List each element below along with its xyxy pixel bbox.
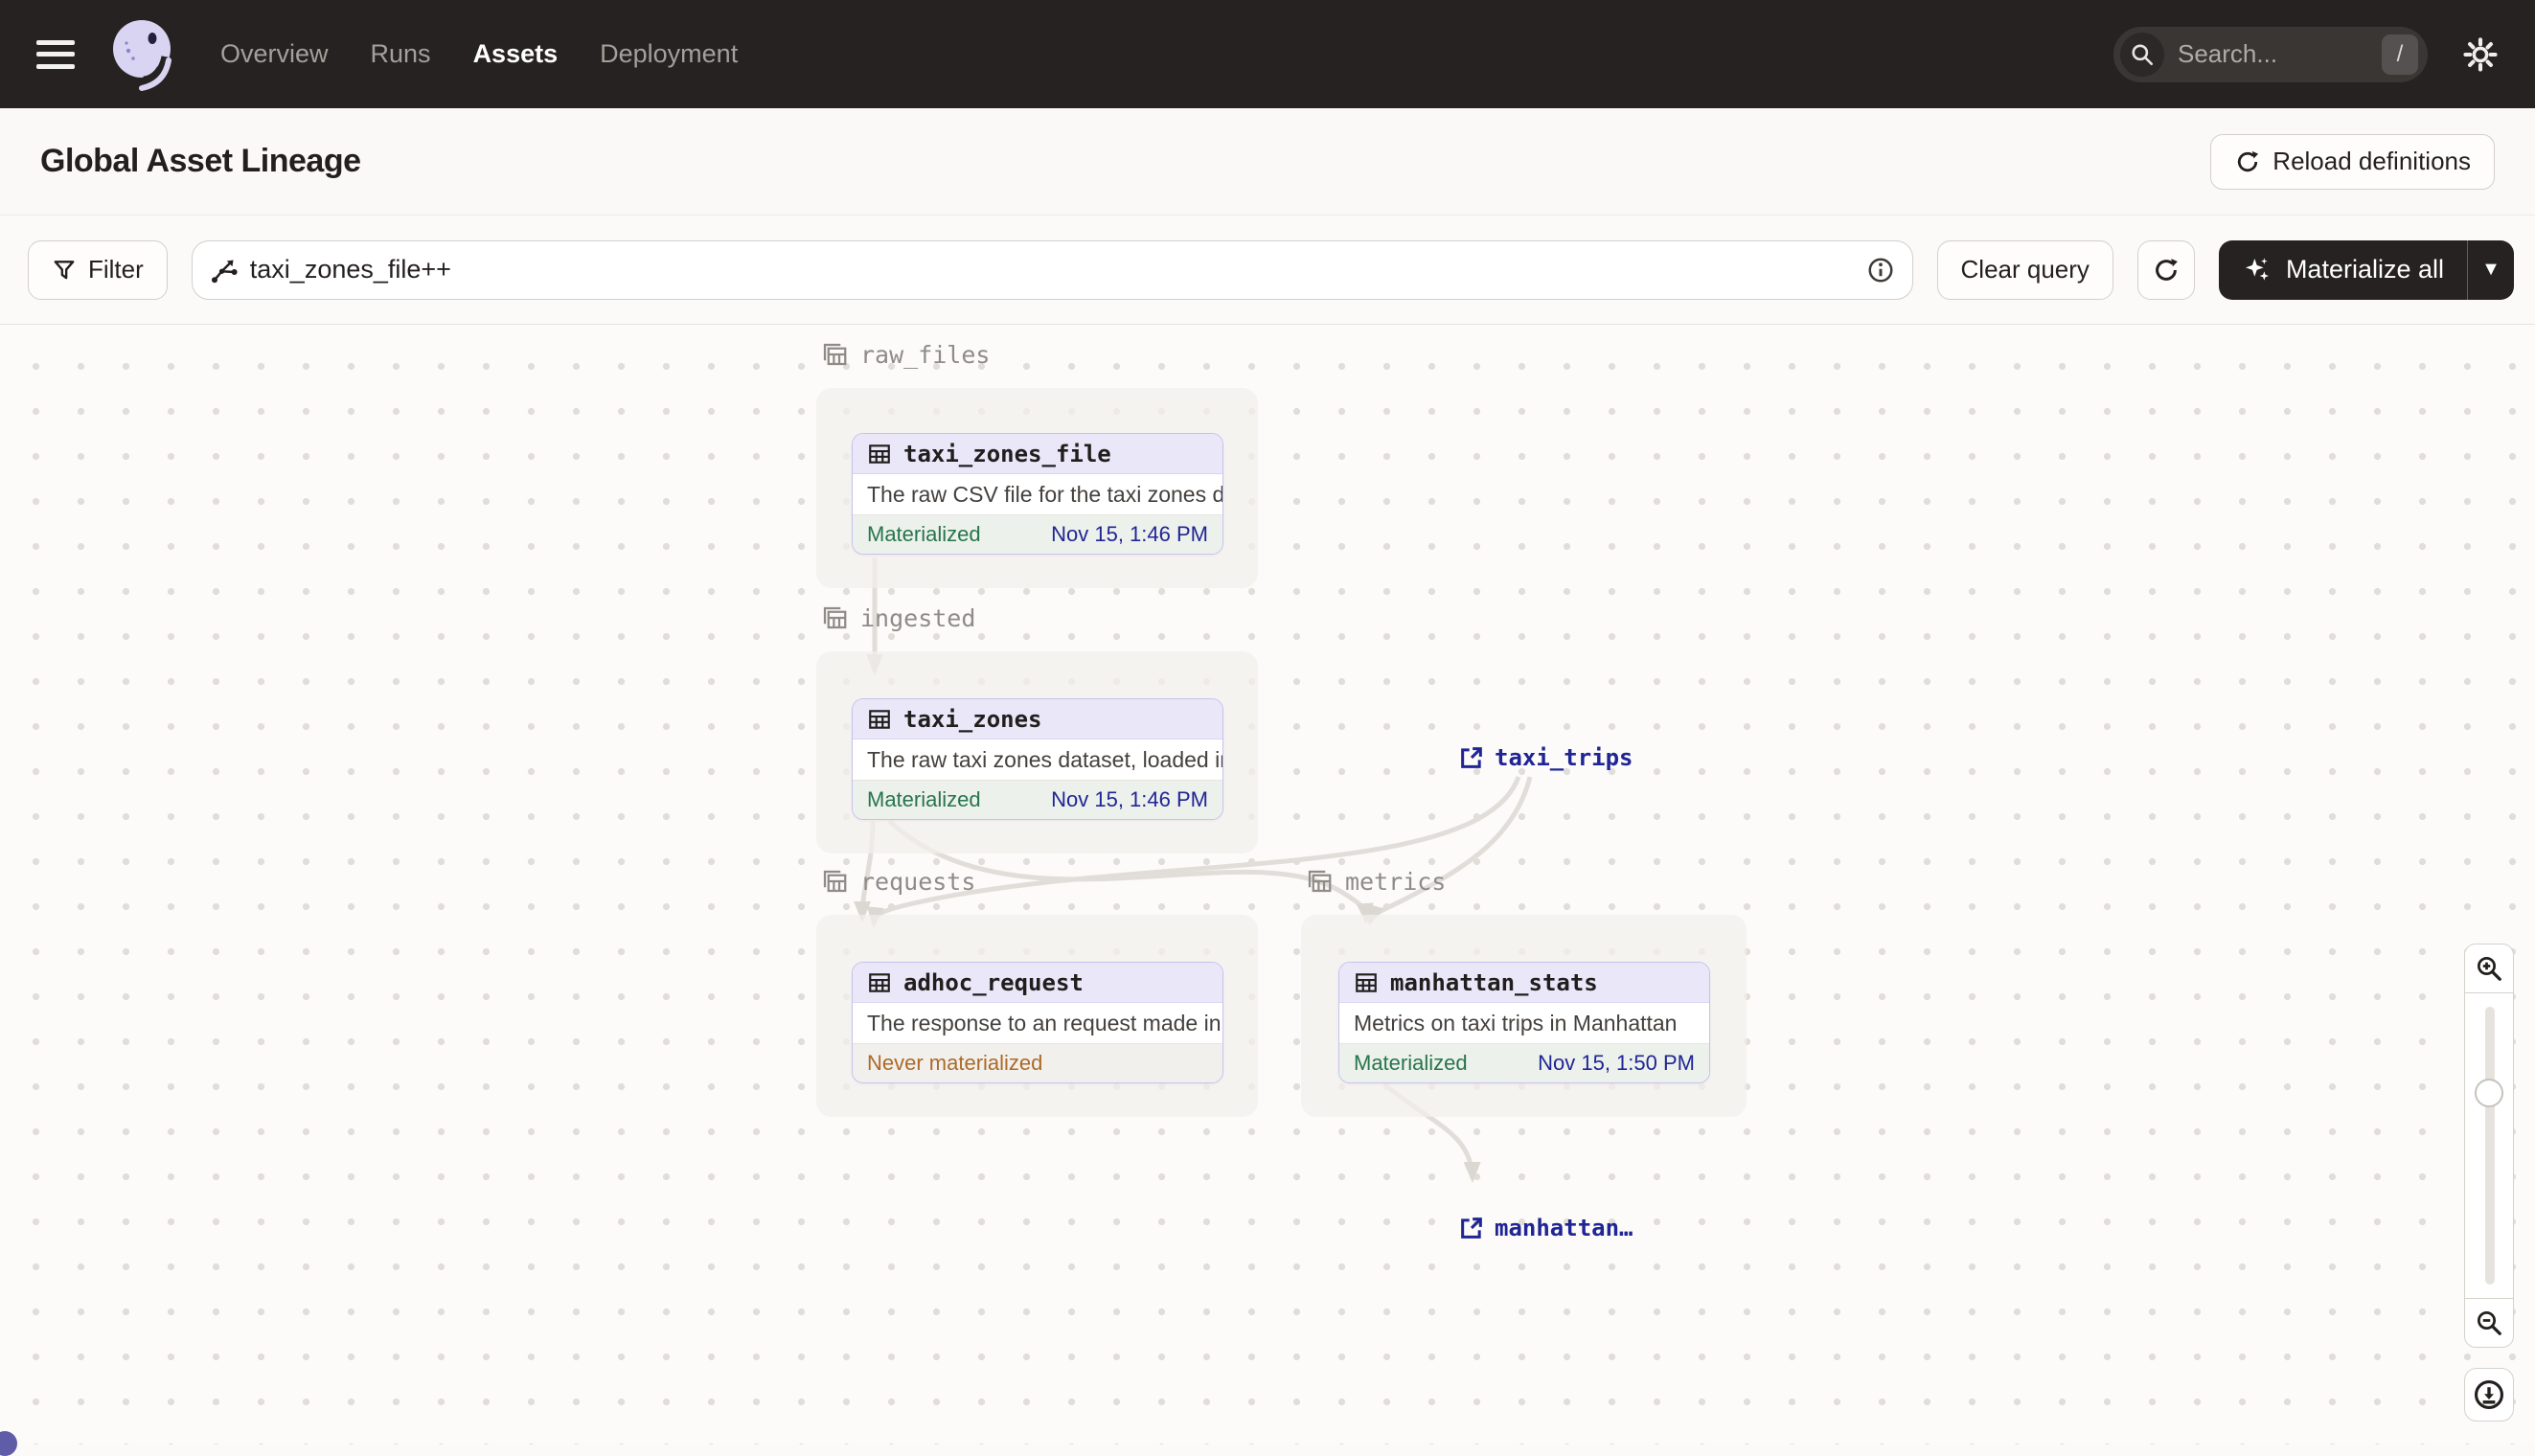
external-link-icon — [1461, 747, 1482, 768]
materialize-all-button[interactable]: Materialize all — [2219, 240, 2467, 300]
group-table-icon — [823, 606, 847, 629]
asset-status-bar: Materialized Nov 15, 1:46 PM — [853, 780, 1222, 819]
zoom-in-icon — [2478, 957, 2501, 981]
group-label-ingested[interactable]: ingested — [820, 603, 975, 632]
clear-query-button[interactable]: Clear query — [1936, 239, 2113, 300]
table-icon — [869, 709, 890, 729]
asset-node-taxi-zones[interactable]: taxi_zones The raw taxi zones dataset, l… — [852, 698, 1223, 820]
zoom-out-icon — [2478, 1311, 2501, 1335]
group-label-requests[interactable]: requests — [820, 867, 975, 896]
download-icon — [2474, 1379, 2504, 1410]
group-label-metrics[interactable]: metrics — [1305, 867, 1446, 896]
materialize-dropdown-caret[interactable]: ▼ — [2468, 240, 2514, 300]
refresh-icon — [2238, 150, 2259, 171]
asset-timestamp: Nov 15, 1:46 PM — [1051, 787, 1208, 811]
lineage-toolbar: Filter Clear query — [0, 216, 2535, 325]
asset-status: Materialized — [1354, 1051, 1468, 1075]
search-icon — [2120, 32, 2164, 77]
group-name: raw_files — [860, 340, 991, 369]
top-navbar: Overview Runs Assets Deployment / — [0, 0, 2535, 108]
asset-description: The raw taxi zones dataset, loaded int..… — [867, 746, 1222, 772]
asset-name: taxi_zones — [903, 705, 1042, 733]
asset-node-header: taxi_zones — [853, 699, 1222, 739]
global-search[interactable]: / — [2113, 26, 2428, 82]
nav-link-overview[interactable]: Overview — [220, 39, 329, 69]
asset-description: Metrics on taxi trips in Manhattan — [1354, 1010, 1678, 1035]
asset-status-bar: Materialized Nov 15, 1:46 PM — [853, 514, 1222, 554]
dagster-logo-icon — [113, 19, 171, 91]
group-table-icon — [1308, 870, 1332, 893]
filter-label: Filter — [88, 255, 144, 284]
hamburger-menu-icon[interactable] — [36, 39, 75, 69]
group-label-raw-files[interactable]: raw_files — [820, 340, 990, 369]
page-title: Global Asset Lineage — [40, 143, 361, 179]
refresh-graph-button[interactable] — [2136, 239, 2195, 300]
zoom-out-button[interactable] — [2464, 1298, 2514, 1348]
group-name: requests — [860, 867, 976, 896]
asset-query-input[interactable] — [249, 255, 1855, 284]
table-icon — [869, 972, 890, 992]
nav-link-assets[interactable]: Assets — [473, 39, 559, 69]
page-header: Global Asset Lineage Reload definitions — [0, 108, 2535, 216]
asset-status-bar: Materialized Nov 15, 1:50 PM — [1339, 1043, 1709, 1082]
asset-node-header: manhattan_stats — [1339, 963, 1709, 1003]
materialize-all-label: Materialize all — [2285, 255, 2444, 284]
asset-query-field[interactable] — [191, 239, 1913, 300]
asset-name: manhattan_stats — [1390, 968, 1598, 996]
nav-link-deployment[interactable]: Deployment — [600, 39, 738, 69]
asset-status: Materialized — [867, 787, 981, 811]
dagster-logo[interactable] — [103, 14, 180, 95]
asset-node-manhattan-stats[interactable]: manhattan_stats Metrics on taxi trips in… — [1338, 962, 1710, 1083]
group-name: metrics — [1345, 867, 1447, 896]
asset-node-header: adhoc_request — [853, 963, 1222, 1003]
external-asset-manhattan[interactable]: manhattan… — [1458, 1215, 1633, 1241]
search-shortcut-badge: / — [2382, 34, 2418, 75]
nav-link-runs[interactable]: Runs — [371, 39, 431, 69]
zoom-slider-track[interactable] — [2485, 1007, 2495, 1285]
lineage-query-icon — [211, 260, 238, 283]
asset-name: taxi_zones_file — [903, 440, 1111, 467]
materialize-all-split-button: Materialize all ▼ — [2218, 239, 2514, 300]
asset-status: Materialized — [867, 522, 981, 546]
sparkles-icon — [2245, 257, 2269, 281]
reload-definitions-label: Reload definitions — [2272, 147, 2471, 175]
search-input[interactable] — [2164, 39, 2382, 69]
zoom-slider-handle[interactable] — [2475, 1079, 2503, 1107]
external-asset-label: taxi_trips — [1495, 744, 1633, 771]
asset-description: The response to an request made in th... — [867, 1010, 1222, 1035]
asset-node-adhoc-request[interactable]: adhoc_request The response to an request… — [852, 962, 1223, 1083]
asset-description: The raw CSV file for the taxi zones dat.… — [867, 481, 1222, 507]
refresh-icon — [2156, 258, 2178, 281]
asset-timestamp: Nov 15, 1:46 PM — [1051, 522, 1208, 546]
asset-name: adhoc_request — [903, 968, 1084, 996]
asset-node-header: taxi_zones_file — [853, 434, 1222, 474]
group-table-icon — [823, 870, 847, 893]
download-image-button[interactable] — [2464, 1368, 2514, 1422]
info-icon[interactable] — [1866, 256, 1895, 284]
asset-status-bar: Never materialized — [853, 1043, 1222, 1082]
asset-status: Never materialized — [867, 1051, 1043, 1075]
external-asset-taxi-trips[interactable]: taxi_trips — [1458, 744, 1633, 771]
lineage-edges — [854, 557, 1533, 1183]
asset-node-taxi-zones-file[interactable]: taxi_zones_file The raw CSV file for the… — [852, 433, 1223, 555]
lineage-canvas[interactable]: raw_files ingested requests metrics taxi… — [0, 325, 2535, 1456]
external-link-icon — [1461, 1217, 1482, 1239]
zoom-in-button[interactable] — [2464, 944, 2514, 993]
table-icon — [869, 444, 890, 464]
zoom-controls — [2464, 944, 2514, 1348]
clear-query-label: Clear query — [1960, 255, 2090, 284]
asset-timestamp: Nov 15, 1:50 PM — [1538, 1051, 1695, 1075]
gear-icon — [2463, 36, 2498, 72]
funnel-icon — [54, 260, 75, 279]
filter-button[interactable]: Filter — [28, 239, 168, 300]
zoom-slider[interactable] — [2464, 993, 2514, 1298]
table-icon — [1356, 972, 1377, 992]
group-table-icon — [823, 343, 847, 366]
group-name: ingested — [860, 603, 976, 632]
external-asset-label: manhattan… — [1495, 1215, 1633, 1241]
reload-definitions-button[interactable]: Reload definitions — [2210, 133, 2495, 190]
settings-button[interactable] — [2462, 36, 2499, 73]
